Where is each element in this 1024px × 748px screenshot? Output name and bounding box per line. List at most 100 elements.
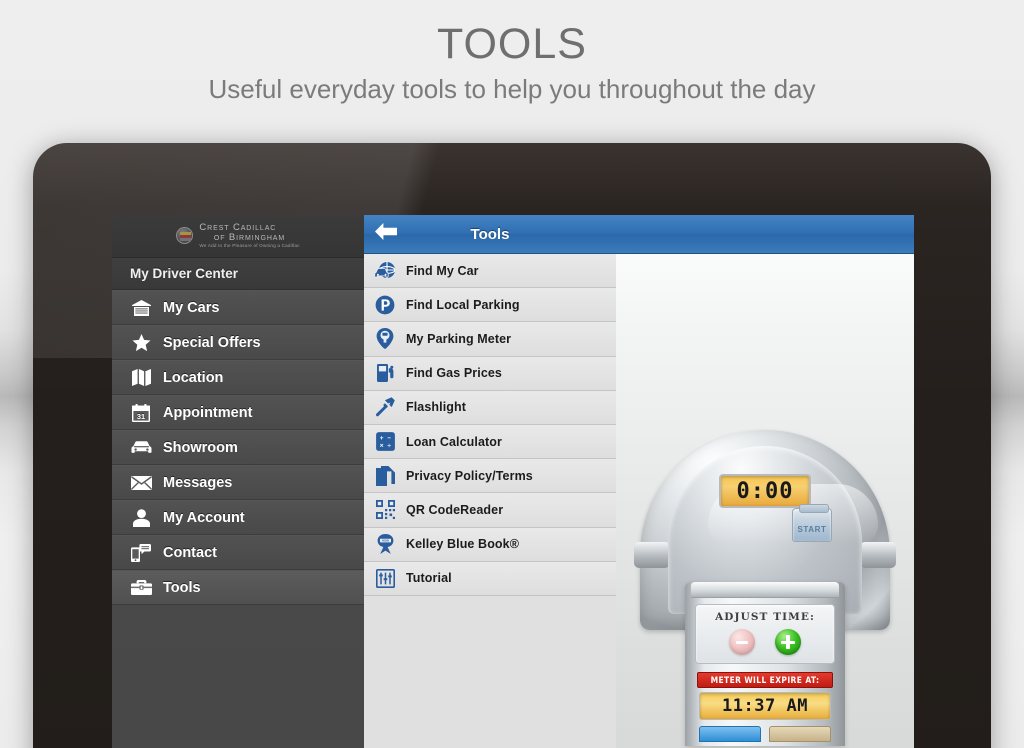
tool-item-flashlight[interactable]: Flashlight <box>364 390 616 425</box>
expire-time-display: 11:37 AM <box>699 692 831 720</box>
sidebar-item-label: Messages <box>163 474 233 491</box>
gas-pump-icon <box>372 363 398 383</box>
parking-p-icon <box>372 295 398 315</box>
svg-text:×: × <box>379 442 383 449</box>
tablet-screen: Crest Cadillac of Birmingham We Add to t… <box>112 215 914 748</box>
car-icon <box>128 440 154 455</box>
tools-list: Find My Car Find Local Parking My Parkin… <box>364 254 616 748</box>
parking-meter-pin-icon <box>372 328 398 350</box>
calculator-icon: + − × ÷ <box>372 432 398 451</box>
tool-item-label: Tutorial <box>406 571 452 586</box>
meter-ear-right <box>860 542 896 568</box>
tool-item-qr-code-reader[interactable]: QR CodeReader <box>364 493 616 528</box>
adjust-time-panel: ADJUST TIME: <box>695 604 835 664</box>
sidebar-item-label: Contact <box>163 544 217 561</box>
sidebar-item-label: Showroom <box>163 439 238 456</box>
map-icon <box>128 369 154 386</box>
adjust-buttons <box>696 629 834 655</box>
detail-pane: 0:00 START ADJUST TIME: METER WILL EXPIR… <box>616 215 914 748</box>
tool-item-loan-calculator[interactable]: + − × ÷ Loan Calculator <box>364 424 616 460</box>
sidebar-item-showroom[interactable]: Showroom <box>112 430 364 465</box>
sidebar-item-label: My Cars <box>163 299 220 316</box>
svg-text:−: − <box>387 435 391 442</box>
parking-meter-widget: 0:00 START ADJUST TIME: METER WILL EXPIR… <box>616 430 914 746</box>
detail-topbar <box>616 215 914 254</box>
expire-time-value: 11:37 AM <box>722 696 808 716</box>
flashlight-icon <box>372 397 398 417</box>
page-title: TOOLS <box>437 20 587 68</box>
meter-body: ADJUST TIME: METER WILL EXPIRE AT: 11:37… <box>685 582 845 746</box>
sidebar-item-contact[interactable]: Contact <box>112 535 364 570</box>
tool-item-find-local-parking[interactable]: Find Local Parking <box>364 288 616 323</box>
brand-line-2: of Birmingham <box>213 231 286 243</box>
sidebar-item-my-account[interactable]: My Account <box>112 500 364 535</box>
tool-item-find-gas-prices[interactable]: Find Gas Prices <box>364 356 616 391</box>
back-arrow-icon <box>375 223 397 245</box>
tool-item-label: My Parking Meter <box>406 331 512 346</box>
tool-item-my-parking-meter[interactable]: My Parking Meter <box>364 322 616 357</box>
back-button[interactable] <box>364 223 408 245</box>
envelope-icon <box>128 475 154 490</box>
sidebar-item-label: Tools <box>163 579 201 596</box>
meter-start-button[interactable]: START <box>792 504 832 542</box>
sidebar-item-special-offers[interactable]: Special Offers <box>112 325 364 360</box>
tool-item-kelley-blue-book[interactable]: KBB Kelley Blue Book® <box>364 527 616 562</box>
tool-item-tutorial[interactable]: Tutorial <box>364 561 616 596</box>
tablet-device-frame: Crest Cadillac of Birmingham We Add to t… <box>33 143 991 748</box>
meter-start-label: START <box>797 525 827 534</box>
kbb-badge-icon: KBB <box>372 534 398 555</box>
sidebar-item-messages[interactable]: Messages <box>112 465 364 500</box>
qr-code-icon <box>372 500 398 520</box>
person-icon <box>128 508 154 527</box>
star-icon <box>128 333 154 352</box>
decrease-time-button[interactable] <box>729 629 755 655</box>
tool-item-label: Privacy Policy/Terms <box>406 468 533 483</box>
adjust-time-label: ADJUST TIME: <box>715 611 815 623</box>
cadillac-crest-icon <box>176 227 194 245</box>
increase-time-button[interactable] <box>775 629 801 655</box>
sidebar-header: My Driver Center <box>112 258 364 290</box>
brand-logo: Crest Cadillac of Birmingham We Add to t… <box>112 215 364 258</box>
sidebar: Crest Cadillac of Birmingham We Add to t… <box>112 215 364 748</box>
phone-chat-icon <box>128 543 154 562</box>
sidebar-item-label: Location <box>163 369 224 386</box>
svg-text:+: + <box>379 435 383 442</box>
svg-text:÷: ÷ <box>387 442 391 449</box>
meter-body-cap <box>691 582 839 598</box>
meter-bottom-buttons <box>699 726 831 742</box>
svg-text:KBB: KBB <box>382 539 389 543</box>
tool-item-label: Kelley Blue Book® <box>406 537 520 552</box>
svg-text:31: 31 <box>137 412 145 421</box>
sidebar-item-label: My Account <box>163 509 245 526</box>
tools-panel: Tools Find My Car Find Local Parking My … <box>364 215 616 748</box>
sliders-icon <box>372 568 398 588</box>
tool-item-label: Find Gas Prices <box>406 366 502 381</box>
tool-item-label: Find My Car <box>406 263 479 278</box>
sidebar-item-my-cars[interactable]: My Cars <box>112 290 364 325</box>
sidebar-item-appointment[interactable]: 31 Appointment <box>112 395 364 430</box>
expire-label: METER WILL EXPIRE AT: <box>697 672 833 688</box>
sidebar-item-tools[interactable]: Tools <box>112 570 364 605</box>
find-my-car-icon <box>372 261 398 281</box>
tool-item-label: Find Local Parking <box>406 297 520 312</box>
tools-topbar: Tools <box>364 215 616 254</box>
calendar-icon: 31 <box>128 403 154 422</box>
garage-icon <box>128 299 154 316</box>
page-subtitle: Useful everyday tools to help you throug… <box>208 74 816 105</box>
meter-time-value: 0:00 <box>736 478 794 504</box>
document-icon <box>372 465 398 486</box>
sidebar-item-label: Appointment <box>163 404 253 421</box>
page-header: TOOLS Useful everyday tools to help you … <box>0 0 1024 105</box>
meter-action-button-secondary[interactable] <box>769 726 831 742</box>
meter-ear-left <box>634 542 670 568</box>
sidebar-item-location[interactable]: Location <box>112 360 364 395</box>
meter-action-button-primary[interactable] <box>699 726 761 742</box>
tool-item-label: QR CodeReader <box>406 502 504 517</box>
toolbox-icon <box>128 580 154 595</box>
tools-list-empty-area <box>364 595 616 748</box>
brand-tagline: We Add to the Pleasure of Owning a Cadil… <box>199 243 300 249</box>
tool-item-label: Flashlight <box>406 400 467 415</box>
tool-item-privacy-policy-terms[interactable]: Privacy Policy/Terms <box>364 459 616 494</box>
meter-time-display: 0:00 <box>719 474 811 508</box>
tool-item-find-my-car[interactable]: Find My Car <box>364 254 616 289</box>
